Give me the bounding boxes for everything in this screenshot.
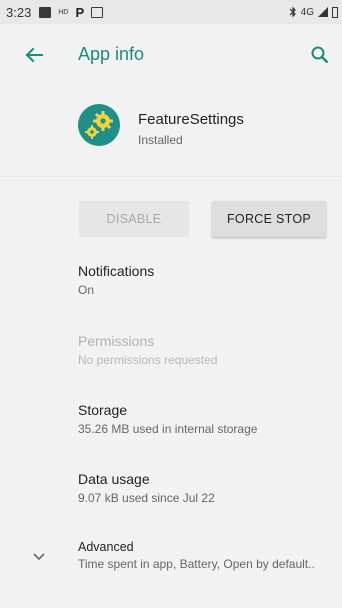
divider xyxy=(0,176,342,177)
gears-icon xyxy=(85,111,113,139)
page-title: App info xyxy=(78,44,145,64)
data-usage-summary: 9.07 kB used since Jul 22 xyxy=(78,491,215,505)
toolbar: App info xyxy=(0,24,342,88)
battery-icon xyxy=(332,6,338,18)
advanced-item[interactable]: Advanced Time spent in app, Battery, Ope… xyxy=(78,540,315,571)
parking-icon: P xyxy=(75,4,85,20)
app-icon xyxy=(78,104,120,146)
permissions-summary: No permissions requested xyxy=(78,353,218,367)
app-install-status: Installed xyxy=(138,133,183,147)
storage-summary: 35.26 MB used in internal storage xyxy=(78,422,258,436)
status-right-icons: 4G xyxy=(289,0,338,24)
hd-icon: HD xyxy=(58,8,69,16)
search-button[interactable] xyxy=(308,43,332,67)
gallery-notification-icon xyxy=(39,6,52,18)
search-icon xyxy=(311,46,329,64)
back-arrow-icon xyxy=(25,47,43,63)
notifications-title: Notifications xyxy=(78,263,155,279)
storage-title: Storage xyxy=(78,402,128,418)
signal-icon xyxy=(318,7,328,17)
force-stop-button[interactable]: FORCE STOP xyxy=(212,201,326,237)
tablet-icon xyxy=(91,6,104,18)
network-type: 4G xyxy=(300,6,314,18)
notifications-summary: On xyxy=(78,283,95,297)
notifications-item[interactable]: Notifications On xyxy=(78,263,154,297)
advanced-title: Advanced xyxy=(78,540,134,554)
status-bar: 3:23 HD P 4G xyxy=(0,0,342,24)
permissions-title: Permissions xyxy=(78,333,155,349)
advanced-summary: Time spent in app, Battery, Open by defa… xyxy=(78,557,315,571)
back-button[interactable] xyxy=(22,43,46,67)
disable-button[interactable]: DISABLE xyxy=(79,201,189,237)
data-usage-title: Data usage xyxy=(78,471,150,487)
bluetooth-icon xyxy=(289,6,296,18)
app-header: FeatureSettings Installed xyxy=(0,90,342,160)
chevron-down-icon[interactable] xyxy=(30,548,48,566)
permissions-item: Permissions No permissions requested xyxy=(78,333,217,367)
app-name: FeatureSettings xyxy=(138,111,244,128)
status-time: 3:23 xyxy=(6,4,32,20)
storage-item[interactable]: Storage 35.26 MB used in internal storag… xyxy=(78,402,257,436)
notification-icons: HD P xyxy=(39,4,104,20)
data-usage-item[interactable]: Data usage 9.07 kB used since Jul 22 xyxy=(78,471,215,505)
